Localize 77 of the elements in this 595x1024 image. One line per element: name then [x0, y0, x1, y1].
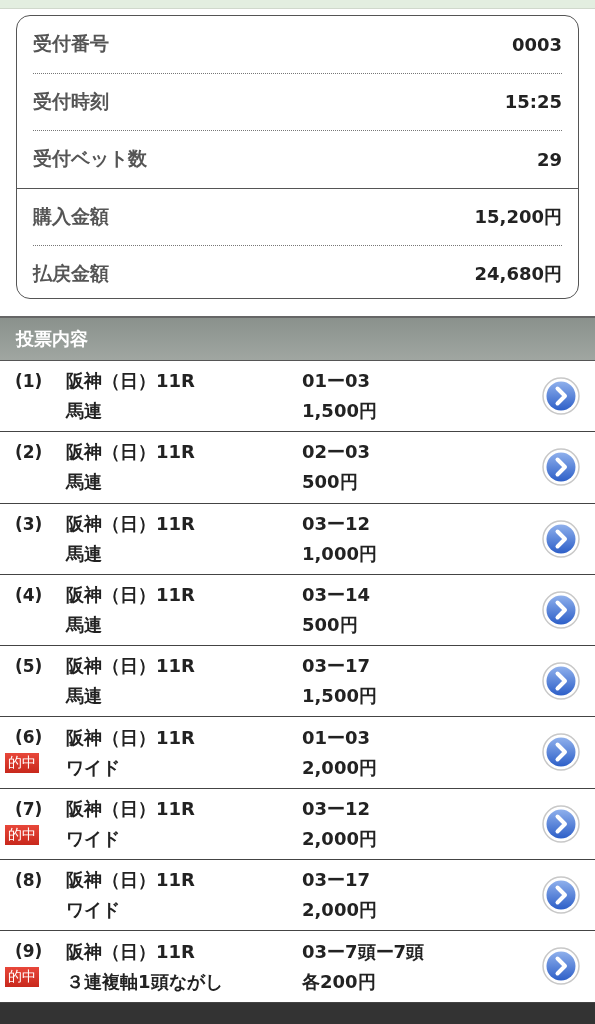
- bet-amount: 1,500円: [302, 684, 378, 709]
- chevron-right-icon[interactable]: [541, 732, 581, 773]
- bet-type: 馬連: [66, 399, 103, 424]
- bet-combination: 03ー7頭ー7頭: [302, 939, 426, 964]
- bet-row[interactable]: (1) 阪神（日）11R 馬連 01ー03 1,500円: [0, 361, 595, 433]
- race-name: 阪神（日）11R: [66, 440, 196, 465]
- bet-number: (2): [14, 442, 44, 463]
- field-value: 0003: [511, 33, 562, 55]
- bet-type: ワイド: [66, 826, 121, 851]
- race-name: 阪神（日）11R: [66, 511, 196, 536]
- bet-row[interactable]: (5) 阪神（日）11R 馬連 03ー17 1,500円: [0, 646, 595, 718]
- field-label: 受付ベット数: [33, 146, 147, 172]
- bet-type: 馬連: [66, 613, 103, 638]
- bet-combination: 03ー12: [302, 796, 372, 821]
- bet-number: (3): [14, 513, 44, 534]
- bet-amount: 各200円: [302, 969, 377, 994]
- bet-row[interactable]: (8) 阪神（日）11R ワイド 03ー17 2,000円: [0, 860, 595, 932]
- chevron-right-icon[interactable]: [541, 376, 581, 416]
- bet-type: ワイド: [66, 898, 121, 923]
- race-name: 阪神（日）11R: [66, 796, 196, 821]
- bet-row[interactable]: (6) 的中 阪神（日）11R ワイド 01ー03 2,000円: [0, 717, 595, 789]
- bet-combination: 01ー03: [302, 725, 372, 750]
- bet-combination: 01ー03: [302, 369, 372, 394]
- chevron-right-icon[interactable]: [541, 518, 581, 559]
- bet-amount: 1,000円: [302, 541, 378, 566]
- bet-combination: 03ー17: [302, 654, 372, 679]
- bet-number: (1): [14, 371, 44, 391]
- bet-type: 馬連: [66, 541, 103, 566]
- race-name: 阪神（日）11R: [66, 868, 196, 893]
- section-title: 投票内容: [16, 327, 88, 351]
- hit-badge: 的中: [5, 967, 39, 988]
- bet-number: (7): [14, 798, 44, 819]
- bet-number: (5): [14, 656, 44, 677]
- bet-combination: 03ー17: [302, 868, 372, 893]
- chevron-right-icon[interactable]: [541, 661, 581, 702]
- chevron-right-icon[interactable]: [541, 447, 581, 488]
- field-value: 15:25: [504, 91, 562, 113]
- field-value: 24,680円: [474, 262, 562, 287]
- field-label: 受付番号: [33, 31, 109, 57]
- chevron-right-icon[interactable]: [541, 803, 581, 844]
- bet-number: (4): [14, 584, 44, 605]
- hit-badge: 的中: [5, 753, 39, 774]
- bet-amount: 2,000円: [302, 826, 378, 851]
- field-label: 払戻金額: [33, 261, 109, 287]
- race-name: 阪神（日）11R: [66, 939, 196, 964]
- bet-combination: 02ー03: [302, 440, 372, 465]
- bet-type: 馬連: [66, 470, 103, 495]
- bet-amount: 2,000円: [302, 755, 378, 780]
- bet-number: (6): [14, 727, 44, 748]
- race-name: 阪神（日）11R: [66, 583, 196, 608]
- bet-row[interactable]: (9) 的中 阪神（日）11R ３連複軸1頭ながし 03ー7頭ー7頭 各200円: [0, 931, 595, 1003]
- chevron-right-icon[interactable]: [541, 589, 581, 630]
- chevron-right-icon[interactable]: [541, 946, 581, 987]
- race-name: 阪神（日）11R: [66, 369, 196, 394]
- race-name: 阪神（日）11R: [66, 654, 196, 679]
- bet-row[interactable]: (3) 阪神（日）11R 馬連 03ー12 1,000円: [0, 503, 595, 575]
- field-label: 購入金額: [33, 203, 109, 229]
- bet-amount: 500円: [302, 470, 359, 495]
- field-label: 受付時刻: [33, 88, 109, 114]
- field-value: 29: [536, 148, 562, 170]
- bet-number: (8): [14, 870, 44, 891]
- bet-combination: 03ー12: [302, 511, 372, 536]
- bet-row[interactable]: (4) 阪神（日）11R 馬連 03ー14 500円: [0, 574, 595, 647]
- bet-amount: 500円: [302, 613, 359, 638]
- bet-amount: 2,000円: [302, 898, 378, 923]
- field-value: 15,200円: [474, 204, 562, 229]
- bet-amount: 1,500円: [302, 399, 378, 424]
- bet-number: (9): [14, 941, 44, 962]
- bet-row[interactable]: (2) 阪神（日）11R 馬連 02ー03 500円: [0, 432, 595, 504]
- bet-type: ３連複軸1頭ながし: [66, 969, 224, 994]
- bet-combination: 03ー14: [302, 583, 372, 608]
- bet-type: 馬連: [66, 684, 103, 709]
- bet-row[interactable]: (7) 的中 阪神（日）11R ワイド 03ー12 2,000円: [0, 788, 595, 861]
- bet-type: ワイド: [66, 755, 121, 780]
- race-name: 阪神（日）11R: [66, 725, 196, 750]
- chevron-right-icon[interactable]: [541, 875, 581, 916]
- hit-badge: 的中: [5, 824, 39, 845]
